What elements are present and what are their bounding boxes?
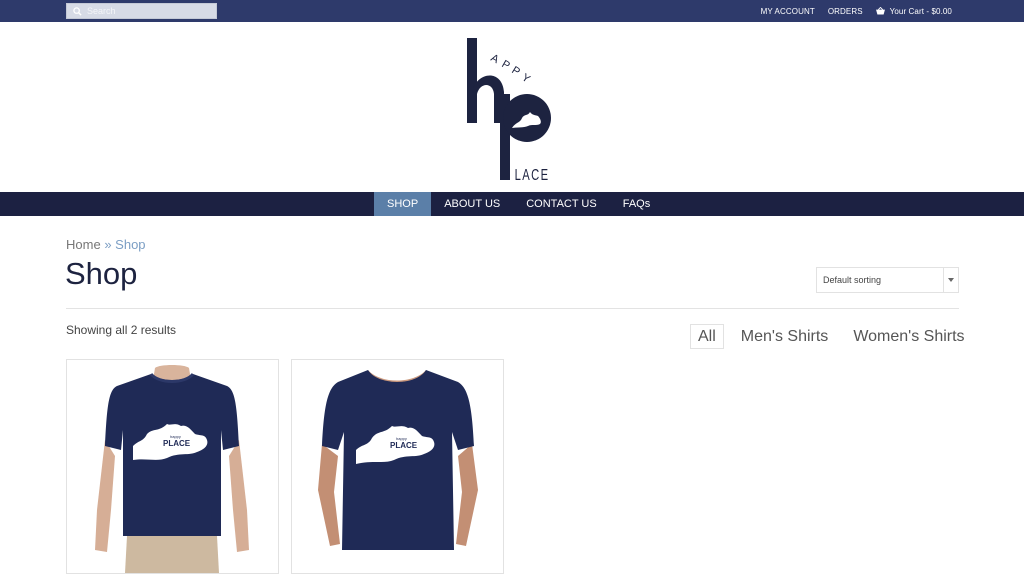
nav-item-shop[interactable]: SHOP	[374, 192, 432, 216]
svg-text:LACE: LACE	[515, 165, 550, 184]
nav-item-about-us[interactable]: ABOUT US	[431, 192, 513, 216]
sort-selected-value: Default sorting	[823, 275, 882, 285]
product-card-womens-shirt[interactable]: happy PLACE	[291, 359, 504, 574]
happy-place-logo[interactable]: A P P Y LACE	[460, 34, 560, 184]
category-filters: All Men's Shirts Women's Shirts	[690, 324, 973, 349]
nav-item-contact-us[interactable]: CONTACT US	[513, 192, 610, 216]
sort-dropdown-toggle[interactable]	[943, 268, 958, 292]
svg-text:P: P	[500, 58, 512, 72]
product-card-mens-shirt[interactable]: happy PLACE	[66, 359, 279, 574]
orders-link[interactable]: ORDERS	[828, 7, 863, 16]
main-nav: SHOP ABOUT US CONTACT US FAQs	[0, 192, 1024, 216]
top-bar: MY ACCOUNT ORDERS Your Cart - $0.00	[0, 0, 1024, 22]
my-account-link[interactable]: MY ACCOUNT	[761, 7, 815, 16]
nav-item-faqs[interactable]: FAQs	[610, 192, 664, 216]
filter-mens-shirts[interactable]: Men's Shirts	[733, 324, 837, 349]
filter-womens-shirts[interactable]: Women's Shirts	[845, 324, 972, 349]
breadcrumb-separator: »	[104, 237, 112, 252]
shirt-print-big: PLACE	[390, 441, 418, 450]
account-links: MY ACCOUNT ORDERS Your Cart - $0.00	[748, 0, 952, 22]
caret-down-icon	[948, 278, 954, 282]
divider	[66, 308, 959, 309]
result-count: Showing all 2 results	[66, 323, 177, 337]
breadcrumb-current: Shop	[115, 237, 146, 252]
page-title: Shop	[65, 256, 138, 291]
search-input[interactable]	[87, 4, 215, 18]
filter-all[interactable]: All	[690, 324, 724, 349]
basket-icon	[875, 7, 885, 15]
cart-link[interactable]: Your Cart - $0.00	[875, 6, 952, 16]
svg-text:P: P	[509, 64, 522, 78]
cart-total: Your Cart - $0.00	[889, 6, 952, 16]
search-icon	[73, 7, 82, 16]
svg-text:A: A	[489, 52, 502, 66]
sort-select[interactable]: Default sorting	[816, 267, 959, 293]
mens-shirt-image[interactable]: happy PLACE	[67, 360, 278, 573]
shirt-print-big: PLACE	[163, 439, 191, 448]
breadcrumb-home-link[interactable]: Home	[66, 237, 101, 252]
svg-text:Y: Y	[519, 72, 532, 86]
breadcrumb: Home » Shop	[66, 237, 146, 252]
womens-shirt-image[interactable]: happy PLACE	[292, 360, 503, 573]
search-box[interactable]	[66, 3, 217, 19]
